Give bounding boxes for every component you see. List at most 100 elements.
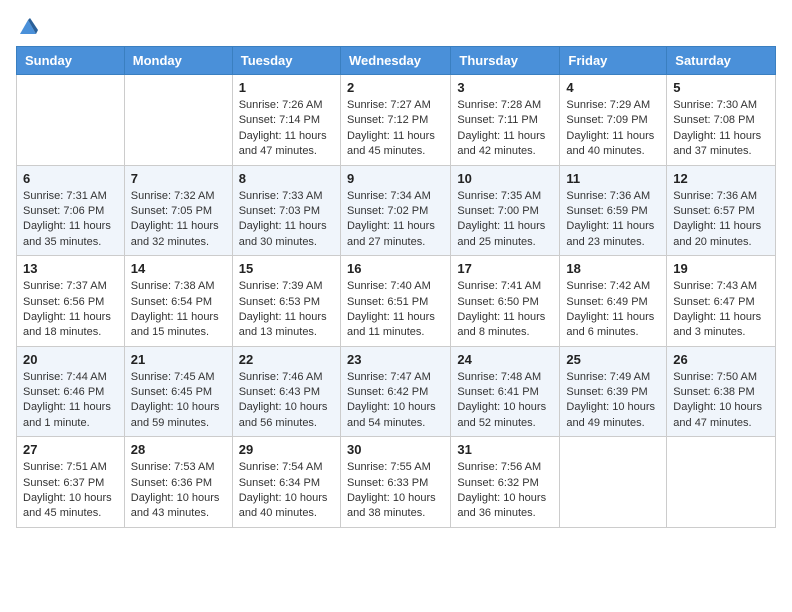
calendar-cell: 31 Sunrise: 7:56 AM Sunset: 6:32 PM Dayli… bbox=[451, 437, 560, 528]
day-info: Sunrise: 7:27 AM Sunset: 7:12 PM Dayligh… bbox=[347, 98, 444, 160]
day-info: Sunrise: 7:28 AM Sunset: 7:11 PM Dayligh… bbox=[457, 98, 553, 160]
day-info: Sunrise: 7:33 AM Sunset: 7:03 PM Dayligh… bbox=[239, 189, 334, 251]
calendar-week-row: 20Sunrise: 7:44 AM Sunset: 6:46 PM Dayli… bbox=[17, 346, 776, 437]
day-number: 17 bbox=[457, 261, 553, 276]
day-info: Sunrise: 7:35 AM Sunset: 7:00 PM Dayligh… bbox=[457, 189, 553, 251]
day-number: 13 bbox=[23, 261, 118, 276]
day-info: Sunrise: 7:36 AM Sunset: 6:57 PM Dayligh… bbox=[673, 189, 769, 251]
day-number: 12 bbox=[673, 171, 769, 186]
day-number: 11 bbox=[566, 171, 660, 186]
day-header-tuesday: Tuesday bbox=[232, 47, 340, 75]
day-number: 4 bbox=[566, 80, 660, 95]
day-number: 24 bbox=[457, 352, 553, 367]
day-info: Sunrise: 7:49 AM Sunset: 6:39 PM Dayligh… bbox=[566, 370, 660, 432]
calendar-cell: 26 Sunrise: 7:50 AM Sunset: 6:38 PM Dayli… bbox=[667, 346, 776, 437]
calendar-cell: 20Sunrise: 7:44 AM Sunset: 6:46 PM Dayli… bbox=[17, 346, 125, 437]
day-info: Sunrise: 7:53 AM Sunset: 6:36 PM Dayligh… bbox=[131, 460, 226, 522]
day-info: Sunrise: 7:30 AM Sunset: 7:08 PM Dayligh… bbox=[673, 98, 769, 160]
day-info: Sunrise: 7:32 AM Sunset: 7:05 PM Dayligh… bbox=[131, 189, 226, 251]
calendar-cell: 6 Sunrise: 7:31 AM Sunset: 7:06 PM Daylig… bbox=[17, 165, 125, 256]
day-info: Sunrise: 7:42 AM Sunset: 6:49 PM Dayligh… bbox=[566, 279, 660, 341]
day-number: 21 bbox=[131, 352, 226, 367]
day-number: 15 bbox=[239, 261, 334, 276]
day-header-monday: Monday bbox=[124, 47, 232, 75]
day-number: 26 bbox=[673, 352, 769, 367]
calendar-cell bbox=[667, 437, 776, 528]
calendar-cell: 23Sunrise: 7:47 AM Sunset: 6:42 PM Dayli… bbox=[340, 346, 450, 437]
day-info: Sunrise: 7:45 AM Sunset: 6:45 PM Dayligh… bbox=[131, 370, 226, 432]
calendar-cell bbox=[17, 75, 125, 166]
day-info: Sunrise: 7:54 AM Sunset: 6:34 PM Dayligh… bbox=[239, 460, 334, 522]
day-number: 5 bbox=[673, 80, 769, 95]
calendar-cell bbox=[560, 437, 667, 528]
day-info: Sunrise: 7:29 AM Sunset: 7:09 PM Dayligh… bbox=[566, 98, 660, 160]
calendar-cell: 15 Sunrise: 7:39 AM Sunset: 6:53 PM Dayli… bbox=[232, 256, 340, 347]
calendar-cell: 18 Sunrise: 7:42 AM Sunset: 6:49 PM Dayli… bbox=[560, 256, 667, 347]
calendar-cell: 25 Sunrise: 7:49 AM Sunset: 6:39 PM Dayli… bbox=[560, 346, 667, 437]
day-number: 31 bbox=[457, 442, 553, 457]
day-number: 10 bbox=[457, 171, 553, 186]
day-info: Sunrise: 7:34 AM Sunset: 7:02 PM Dayligh… bbox=[347, 189, 444, 251]
day-info: Sunrise: 7:39 AM Sunset: 6:53 PM Dayligh… bbox=[239, 279, 334, 341]
calendar-cell: 29 Sunrise: 7:54 AM Sunset: 6:34 PM Dayli… bbox=[232, 437, 340, 528]
day-info: Sunrise: 7:40 AM Sunset: 6:51 PM Dayligh… bbox=[347, 279, 444, 341]
day-number: 6 bbox=[23, 171, 118, 186]
calendar-cell: 7Sunrise: 7:32 AM Sunset: 7:05 PM Daylig… bbox=[124, 165, 232, 256]
day-header-saturday: Saturday bbox=[667, 47, 776, 75]
day-info: Sunrise: 7:26 AM Sunset: 7:14 PM Dayligh… bbox=[239, 98, 334, 160]
day-number: 14 bbox=[131, 261, 226, 276]
day-number: 25 bbox=[566, 352, 660, 367]
calendar-cell: 10 Sunrise: 7:35 AM Sunset: 7:00 PM Dayli… bbox=[451, 165, 560, 256]
calendar-cell: 3 Sunrise: 7:28 AM Sunset: 7:11 PM Daylig… bbox=[451, 75, 560, 166]
logo bbox=[16, 16, 38, 36]
logo-icon bbox=[18, 16, 38, 36]
day-info: Sunrise: 7:50 AM Sunset: 6:38 PM Dayligh… bbox=[673, 370, 769, 432]
calendar-cell: 11 Sunrise: 7:36 AM Sunset: 6:59 PM Dayli… bbox=[560, 165, 667, 256]
calendar-week-row: 6 Sunrise: 7:31 AM Sunset: 7:06 PM Daylig… bbox=[17, 165, 776, 256]
day-number: 3 bbox=[457, 80, 553, 95]
calendar-cell: 16 Sunrise: 7:40 AM Sunset: 6:51 PM Dayli… bbox=[340, 256, 450, 347]
day-header-thursday: Thursday bbox=[451, 47, 560, 75]
calendar-cell: 19 Sunrise: 7:43 AM Sunset: 6:47 PM Dayli… bbox=[667, 256, 776, 347]
day-number: 20 bbox=[23, 352, 118, 367]
day-info: Sunrise: 7:31 AM Sunset: 7:06 PM Dayligh… bbox=[23, 189, 118, 251]
day-number: 16 bbox=[347, 261, 444, 276]
day-number: 18 bbox=[566, 261, 660, 276]
page-header bbox=[16, 16, 776, 36]
day-info: Sunrise: 7:41 AM Sunset: 6:50 PM Dayligh… bbox=[457, 279, 553, 341]
day-number: 22 bbox=[239, 352, 334, 367]
day-number: 19 bbox=[673, 261, 769, 276]
calendar-cell: 1 Sunrise: 7:26 AM Sunset: 7:14 PM Daylig… bbox=[232, 75, 340, 166]
calendar-week-row: 27Sunrise: 7:51 AM Sunset: 6:37 PM Dayli… bbox=[17, 437, 776, 528]
calendar-cell: 27Sunrise: 7:51 AM Sunset: 6:37 PM Dayli… bbox=[17, 437, 125, 528]
calendar-cell: 4 Sunrise: 7:29 AM Sunset: 7:09 PM Daylig… bbox=[560, 75, 667, 166]
calendar-cell: 9 Sunrise: 7:34 AM Sunset: 7:02 PM Daylig… bbox=[340, 165, 450, 256]
day-info: Sunrise: 7:56 AM Sunset: 6:32 PM Dayligh… bbox=[457, 460, 553, 522]
calendar-header-row: SundayMondayTuesdayWednesdayThursdayFrid… bbox=[17, 47, 776, 75]
calendar-cell: 8Sunrise: 7:33 AM Sunset: 7:03 PM Daylig… bbox=[232, 165, 340, 256]
day-number: 9 bbox=[347, 171, 444, 186]
day-number: 27 bbox=[23, 442, 118, 457]
day-header-sunday: Sunday bbox=[17, 47, 125, 75]
calendar-cell: 24Sunrise: 7:48 AM Sunset: 6:41 PM Dayli… bbox=[451, 346, 560, 437]
calendar-week-row: 1 Sunrise: 7:26 AM Sunset: 7:14 PM Daylig… bbox=[17, 75, 776, 166]
day-number: 1 bbox=[239, 80, 334, 95]
day-info: Sunrise: 7:37 AM Sunset: 6:56 PM Dayligh… bbox=[23, 279, 118, 341]
calendar-cell: 12 Sunrise: 7:36 AM Sunset: 6:57 PM Dayli… bbox=[667, 165, 776, 256]
day-header-wednesday: Wednesday bbox=[340, 47, 450, 75]
calendar-cell bbox=[124, 75, 232, 166]
calendar-cell: 13 Sunrise: 7:37 AM Sunset: 6:56 PM Dayli… bbox=[17, 256, 125, 347]
calendar-cell: 2Sunrise: 7:27 AM Sunset: 7:12 PM Daylig… bbox=[340, 75, 450, 166]
day-number: 29 bbox=[239, 442, 334, 457]
calendar-cell: 14 Sunrise: 7:38 AM Sunset: 6:54 PM Dayli… bbox=[124, 256, 232, 347]
day-info: Sunrise: 7:36 AM Sunset: 6:59 PM Dayligh… bbox=[566, 189, 660, 251]
day-info: Sunrise: 7:55 AM Sunset: 6:33 PM Dayligh… bbox=[347, 460, 444, 522]
day-info: Sunrise: 7:43 AM Sunset: 6:47 PM Dayligh… bbox=[673, 279, 769, 341]
day-info: Sunrise: 7:47 AM Sunset: 6:42 PM Dayligh… bbox=[347, 370, 444, 432]
calendar-cell: 28Sunrise: 7:53 AM Sunset: 6:36 PM Dayli… bbox=[124, 437, 232, 528]
day-header-friday: Friday bbox=[560, 47, 667, 75]
calendar-week-row: 13 Sunrise: 7:37 AM Sunset: 6:56 PM Dayli… bbox=[17, 256, 776, 347]
calendar-cell: 21 Sunrise: 7:45 AM Sunset: 6:45 PM Dayli… bbox=[124, 346, 232, 437]
calendar-cell: 5 Sunrise: 7:30 AM Sunset: 7:08 PM Daylig… bbox=[667, 75, 776, 166]
day-info: Sunrise: 7:38 AM Sunset: 6:54 PM Dayligh… bbox=[131, 279, 226, 341]
